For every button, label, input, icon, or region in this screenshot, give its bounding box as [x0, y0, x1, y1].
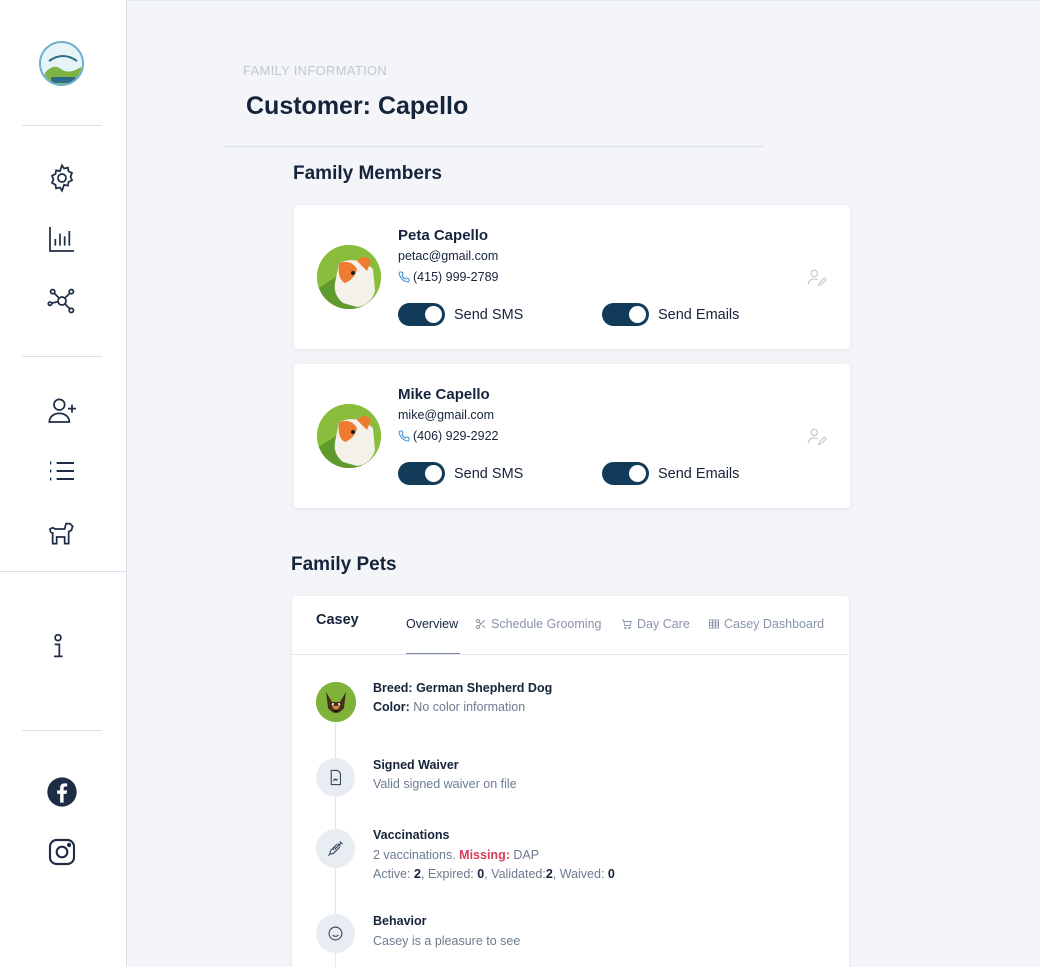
vacc-missing-label: Missing: — [459, 848, 510, 862]
breed-label: Breed: — [373, 681, 413, 695]
breed-value: German Shepherd Dog — [416, 681, 553, 695]
member-phone-text: (406) 929-2922 — [413, 429, 499, 443]
bar-chart-icon[interactable] — [42, 219, 82, 259]
family-pets-title: Family Pets — [291, 554, 397, 575]
info-icon[interactable] — [38, 627, 78, 667]
pet-color: Color: No color information — [373, 700, 525, 714]
waiver-text: Valid signed waiver on file — [373, 777, 517, 791]
send-sms-toggle[interactable]: Send SMS — [398, 303, 523, 326]
waiver-icon — [316, 758, 355, 797]
color-label: Color: — [373, 700, 410, 714]
top-border — [127, 0, 1040, 1]
sidebar-divider — [0, 571, 127, 572]
tab-label: Schedule Grooming — [491, 617, 602, 631]
pets-card: Casey Overview Schedule Grooming Day Car… — [292, 596, 849, 967]
expired-value: 0 — [477, 867, 485, 881]
toggle-label: Send Emails — [658, 306, 740, 323]
member-name: Mike Capello — [398, 386, 490, 403]
validated-value: 2 — [545, 867, 553, 881]
tabs-divider — [292, 654, 849, 655]
member-card: Mike Capello mike@gmail.com (406) 929-29… — [294, 364, 850, 508]
syringe-icon — [316, 829, 355, 868]
vacc-missing: DAP — [513, 848, 540, 862]
member-card: Peta Capello petac@gmail.com (415) 999-2… — [294, 205, 850, 349]
smile-icon — [316, 914, 355, 953]
phone-icon — [398, 271, 410, 283]
member-phone[interactable]: (415) 999-2789 — [398, 270, 498, 284]
edit-user-icon[interactable] — [806, 267, 828, 289]
tab-schedule-grooming[interactable]: Schedule Grooming — [475, 617, 601, 631]
phone-icon — [398, 430, 410, 442]
network-icon[interactable] — [42, 281, 82, 321]
validated-label: Validated: — [491, 867, 546, 881]
scissors-icon — [476, 619, 486, 629]
tab-label: Day Care — [637, 617, 690, 631]
vaccinations-title: Vaccinations — [373, 828, 450, 842]
cart-icon — [622, 619, 632, 630]
dog-icon[interactable] — [42, 513, 82, 553]
sidebar — [0, 0, 127, 967]
send-emails-toggle[interactable]: Send Emails — [602, 303, 739, 326]
toggle-label: Send SMS — [454, 465, 524, 482]
page-eyebrow: FAMILY INFORMATION — [243, 63, 388, 78]
avatar — [317, 245, 381, 309]
tab-casey-dashboard[interactable]: Casey Dashboard — [708, 617, 824, 631]
toggle-label: Send SMS — [454, 306, 524, 323]
facebook-icon[interactable] — [42, 772, 82, 812]
page-title: Customer: Capello — [246, 92, 469, 120]
member-name: Peta Capello — [398, 227, 489, 244]
expired-label: Expired: — [427, 867, 474, 881]
member-phone[interactable]: (406) 929-2922 — [398, 429, 498, 443]
toggle-switch[interactable] — [398, 462, 445, 485]
toggle-switch[interactable] — [602, 303, 649, 326]
family-members-title: Family Members — [293, 163, 442, 184]
tab-label: Casey Dashboard — [724, 617, 825, 631]
grid-icon — [709, 619, 719, 629]
sidebar-divider — [22, 125, 102, 126]
color-value: No color information — [413, 700, 526, 714]
vacc-count: 2 vaccinations. — [373, 848, 456, 862]
active-label: Active: — [373, 867, 411, 881]
waiver-title: Signed Waiver — [373, 758, 459, 772]
pet-name[interactable]: Casey — [316, 612, 359, 628]
sidebar-divider — [22, 730, 102, 731]
gear-icon[interactable] — [42, 158, 82, 198]
member-phone-text: (415) 999-2789 — [413, 270, 499, 284]
tab-label: Overview — [406, 617, 459, 631]
tab-day-care[interactable]: Day Care — [621, 617, 690, 631]
toggle-label: Send Emails — [658, 465, 740, 482]
member-email[interactable]: petac@gmail.com — [398, 249, 498, 263]
tab-overview[interactable]: Overview — [406, 617, 458, 631]
send-sms-toggle[interactable]: Send SMS — [398, 462, 523, 485]
avatar — [317, 404, 381, 468]
list-icon[interactable] — [42, 451, 82, 491]
waived-label: Waived: — [559, 867, 605, 881]
header-divider — [222, 146, 764, 147]
edit-user-icon[interactable] — [806, 426, 828, 448]
business-logo[interactable] — [39, 41, 84, 86]
pet-photo — [316, 682, 356, 722]
instagram-icon[interactable] — [42, 832, 82, 872]
send-emails-toggle[interactable]: Send Emails — [602, 462, 739, 485]
add-user-icon[interactable] — [42, 390, 82, 430]
sidebar-divider — [22, 356, 102, 357]
vaccinations-stats: Active: 2, Expired: 0, Validated:2, Waiv… — [373, 867, 615, 881]
active-value: 2 — [414, 867, 421, 881]
toggle-switch[interactable] — [602, 462, 649, 485]
behavior-title: Behavior — [373, 914, 427, 928]
behavior-text: Casey is a pleasure to see — [373, 934, 521, 948]
waived-value: 0 — [607, 867, 615, 881]
member-email[interactable]: mike@gmail.com — [398, 408, 494, 422]
vaccinations-summary: 2 vaccinations. Missing: DAP — [373, 848, 539, 862]
pet-breed: Breed: German Shepherd Dog — [373, 681, 552, 695]
toggle-switch[interactable] — [398, 303, 445, 326]
